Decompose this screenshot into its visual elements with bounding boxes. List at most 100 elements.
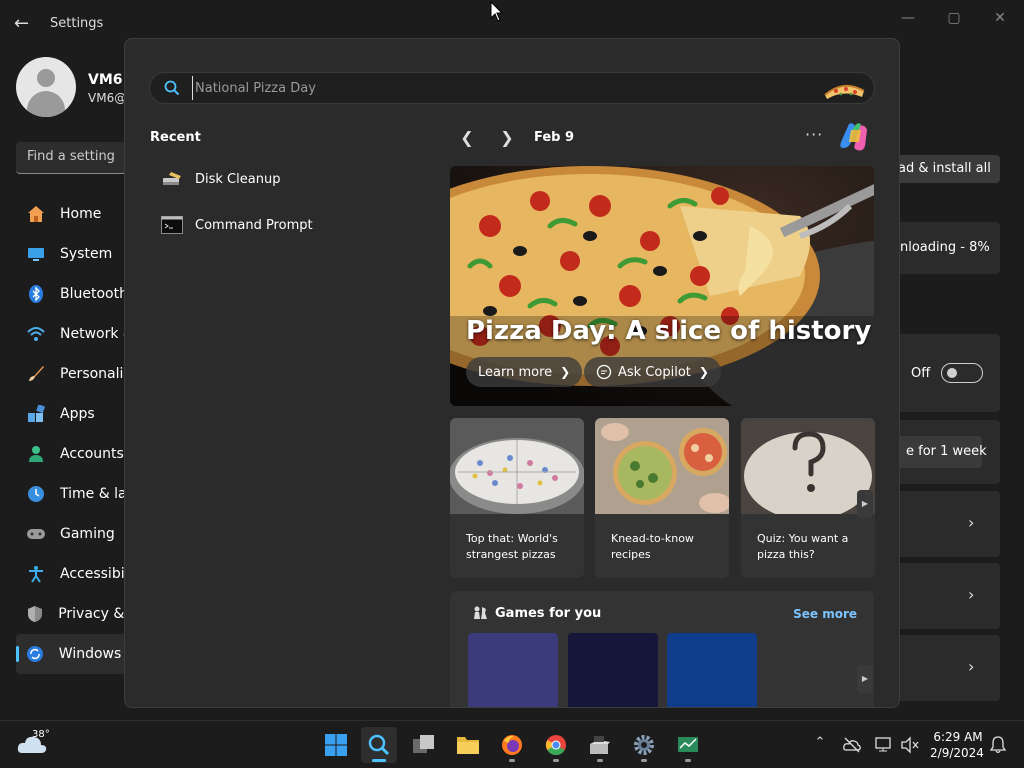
settings-nav: Home System Bluetooth Network & Personal…	[16, 194, 136, 674]
shield-icon	[26, 604, 44, 624]
sidebar-item-time-language[interactable]: Time & lar	[16, 474, 136, 514]
volume-muted-icon[interactable]	[900, 735, 920, 755]
maximize-button[interactable]: ▢	[944, 8, 964, 28]
game-tile[interactable]	[667, 633, 757, 707]
network-monitor-icon[interactable]	[874, 735, 894, 755]
chat-icon	[596, 364, 612, 380]
settings-row[interactable]: ›	[900, 563, 1000, 629]
more-options-button[interactable]: ···	[805, 125, 823, 144]
sidebar-item-system[interactable]: System	[16, 234, 136, 274]
bluetooth-icon	[26, 284, 46, 304]
recipes-image	[595, 418, 729, 514]
search-input[interactable]	[192, 76, 792, 100]
flour-question-image	[741, 418, 875, 514]
sidebar-item-home[interactable]: Home	[16, 194, 136, 234]
clock-time[interactable]: 6:29 AM	[930, 730, 986, 744]
clock-date[interactable]: 2/9/2024	[926, 746, 988, 760]
pause-button[interactable]: e for 1 week	[890, 436, 987, 468]
firefox-button[interactable]	[494, 727, 530, 763]
strange-pizza-image	[450, 418, 584, 514]
chrome-button[interactable]	[538, 727, 574, 763]
card-text: Top that: World's strangest pizzas	[466, 532, 558, 561]
task-manager-icon	[678, 737, 698, 752]
task-manager-button[interactable]	[670, 727, 706, 763]
gamepad-icon	[26, 524, 46, 544]
copilot-icon[interactable]	[839, 122, 871, 152]
avatar[interactable]	[16, 57, 76, 117]
learn-more-button[interactable]: Learn more ❯	[466, 357, 583, 387]
chrome-icon	[545, 735, 566, 756]
wifi-icon	[26, 324, 46, 344]
recent-item-command-prompt[interactable]: Command Prompt	[161, 211, 313, 239]
search-flyout: Recent Disk Cleanup Command Prompt ❮ ❯ F…	[124, 38, 900, 708]
close-button[interactable]: ✕	[990, 8, 1010, 28]
article-card[interactable]: Quiz: You want a pizza this?	[741, 418, 875, 578]
installer-icon	[590, 736, 610, 754]
settings-app-button[interactable]	[626, 727, 662, 763]
article-card[interactable]: Knead-to-know recipes	[595, 418, 729, 578]
sidebar-item-label: Accounts	[60, 446, 124, 462]
file-explorer-button[interactable]	[450, 727, 486, 763]
chess-piece-icon	[474, 606, 487, 619]
chevron-up-icon[interactable]: ⌃	[810, 735, 830, 755]
home-icon	[26, 204, 46, 224]
sidebar-item-label: Home	[60, 206, 102, 222]
article-card[interactable]: Top that: World's strangest pizzas	[450, 418, 584, 578]
start-button[interactable]	[318, 727, 354, 763]
settings-row[interactable]: ›	[900, 635, 1000, 701]
hero-card[interactable]: Pizza Day: A slice of history Learn more…	[450, 166, 874, 406]
game-tile[interactable]	[568, 633, 658, 707]
chevron-right-icon: ›	[968, 585, 975, 604]
see-more-link[interactable]: See more	[793, 607, 857, 621]
scroll-right-button[interactable]: ▶	[857, 665, 873, 693]
download-status-panel: nloading - 8%	[900, 222, 1000, 274]
windows-logo-icon	[325, 734, 347, 756]
recent-item-disk-cleanup[interactable]: Disk Cleanup	[161, 165, 280, 193]
recent-item-label: Disk Cleanup	[195, 171, 281, 187]
ask-copilot-button[interactable]: Ask Copilot ❯	[584, 357, 721, 387]
game-tile[interactable]	[468, 633, 558, 707]
card-text: Knead-to-know recipes	[611, 532, 694, 561]
system-icon	[26, 244, 46, 264]
weather-temperature: 38°	[32, 729, 50, 740]
back-arrow-icon[interactable]: ←	[14, 12, 34, 36]
sidebar-item-accessibility[interactable]: Accessibili	[16, 554, 136, 594]
download-status-text: nloading - 8%	[900, 240, 990, 255]
search-box[interactable]	[149, 72, 875, 104]
sidebar-item-label: Network &	[60, 326, 134, 342]
hero-title: Pizza Day: A slice of history	[466, 316, 872, 346]
sidebar-item-accounts[interactable]: Accounts	[16, 434, 136, 474]
scroll-right-button[interactable]: ▶	[857, 490, 873, 518]
chevron-left-icon[interactable]: ❮	[459, 128, 475, 147]
install-all-label: ad & install all	[898, 161, 991, 176]
onedrive-offline-icon[interactable]	[842, 735, 862, 755]
preview-toggle[interactable]	[941, 363, 983, 383]
search-icon	[164, 80, 180, 96]
settings-row[interactable]: ›	[900, 491, 1000, 557]
update-icon	[26, 644, 45, 664]
recent-heading: Recent	[150, 130, 201, 145]
highlight-date: Feb 9	[534, 130, 575, 145]
learn-more-label: Learn more	[478, 364, 553, 380]
sidebar-item-network[interactable]: Network &	[16, 314, 136, 354]
sidebar-item-apps[interactable]: Apps	[16, 394, 136, 434]
chevron-right-icon[interactable]: ❯	[499, 128, 515, 147]
chevron-right-icon: ❯	[698, 365, 709, 379]
chevron-right-icon: ›	[968, 657, 975, 676]
command-prompt-icon	[161, 216, 183, 234]
sidebar-item-bluetooth[interactable]: Bluetooth	[16, 274, 136, 314]
sidebar-item-windows-update[interactable]: Windows U	[16, 634, 136, 674]
installer-button[interactable]	[582, 727, 618, 763]
install-all-button[interactable]: ad & install all	[890, 155, 1000, 183]
chevron-right-icon: ❯	[560, 365, 571, 379]
minimize-button[interactable]: —	[898, 8, 918, 28]
taskbar-search-button[interactable]	[361, 727, 397, 763]
sidebar-item-privacy[interactable]: Privacy & s	[16, 594, 136, 634]
notification-bell-icon[interactable]	[988, 735, 1008, 755]
sidebar-item-personalization[interactable]: Personaliz	[16, 354, 136, 394]
sidebar-item-gaming[interactable]: Gaming	[16, 514, 136, 554]
firefox-icon	[502, 735, 522, 755]
apps-icon	[26, 404, 46, 424]
task-view-button[interactable]	[406, 727, 442, 763]
disk-cleanup-icon	[163, 172, 181, 185]
